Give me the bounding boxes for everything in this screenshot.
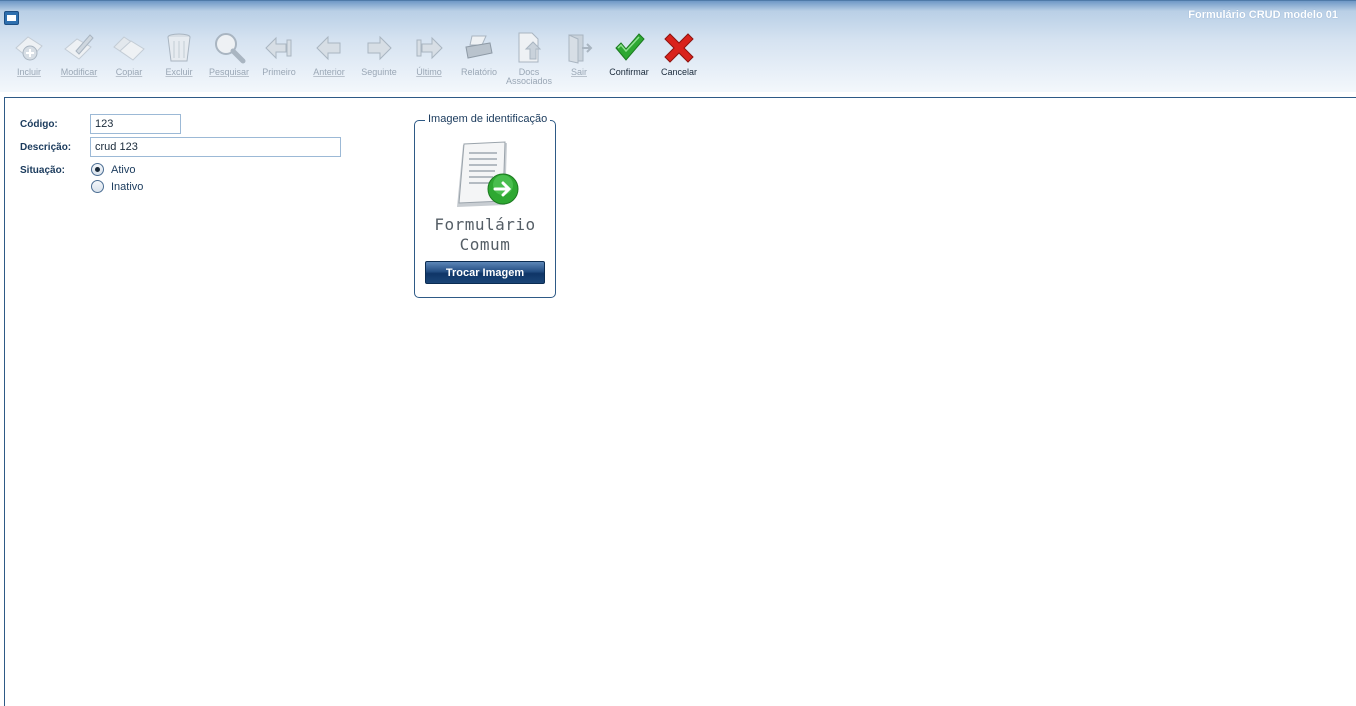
- toolbar-label: Cancelar: [660, 67, 698, 77]
- cancelar-button[interactable]: Cancelar: [654, 31, 704, 83]
- descricao-label: Descrição:: [20, 142, 72, 153]
- attached-docs-icon: [512, 31, 546, 65]
- toolbar-label: Relatório: [460, 67, 498, 77]
- codigo-label: Código:: [20, 119, 58, 130]
- toolbar-label: Copiar: [115, 67, 143, 77]
- title-bar: Formulário CRUD modelo 01 Incluir Modifi…: [0, 0, 1356, 92]
- exit-door-icon: [562, 31, 596, 65]
- window-title: Formulário CRUD modelo 01: [1188, 9, 1338, 21]
- situacao-label: Situação:: [20, 165, 66, 176]
- toolbar-label: Modificar: [60, 67, 98, 77]
- first-record-icon: [262, 31, 296, 65]
- situacao-ativo-option[interactable]: Ativo: [91, 163, 135, 176]
- toolbar-label: Sair: [570, 67, 587, 77]
- toolbar-label: Docs Associados: [505, 67, 553, 86]
- application-window: Formulário CRUD modelo 01 Incluir Modifi…: [0, 0, 1356, 706]
- toolbar-label: Incluir: [16, 67, 41, 77]
- check-icon: [612, 31, 646, 65]
- identification-image-legend: Imagem de identificação: [425, 113, 551, 125]
- trash-icon: [162, 31, 196, 65]
- toolbar-label: Primeiro: [262, 67, 296, 77]
- copy-icon: [112, 31, 146, 65]
- image-caption-line1: Formulário: [434, 215, 536, 234]
- ativo-radio-label: Ativo: [111, 163, 136, 176]
- incluir-button[interactable]: Incluir: [4, 31, 54, 83]
- anterior-button[interactable]: Anterior: [304, 31, 354, 83]
- identification-image-panel: Imagem de identificação Formulário Comum…: [414, 113, 556, 298]
- pesquisar-button[interactable]: Pesquisar: [204, 31, 254, 83]
- add-document-icon: [12, 31, 46, 65]
- sair-button[interactable]: Sair: [554, 31, 604, 83]
- modificar-button[interactable]: Modificar: [54, 31, 104, 83]
- ultimo-button[interactable]: Último: [404, 31, 454, 83]
- trocar-imagem-button[interactable]: Trocar Imagem: [425, 261, 545, 284]
- toolbar-label: Confirmar: [609, 67, 649, 77]
- docs-associados-button[interactable]: Docs Associados: [504, 31, 554, 86]
- document-green-arrow-icon: [455, 141, 521, 211]
- copiar-button[interactable]: Copiar: [104, 31, 154, 83]
- inativo-radio-label: Inativo: [111, 180, 144, 193]
- situacao-inativo-option[interactable]: Inativo: [91, 180, 143, 193]
- edit-pencil-icon: [62, 31, 96, 65]
- inativo-radio[interactable]: [91, 180, 104, 193]
- cancel-x-icon: [662, 31, 696, 65]
- toolbar: Incluir Modificar Copiar Excluir Pesquis…: [4, 31, 704, 86]
- image-caption: Formulário Comum: [415, 215, 555, 255]
- next-arrow-icon: [362, 31, 396, 65]
- last-record-icon: [412, 31, 446, 65]
- image-caption-line2: Comum: [459, 235, 511, 254]
- previous-arrow-icon: [312, 31, 346, 65]
- descricao-input[interactable]: [90, 137, 341, 157]
- toolbar-label: Anterior: [313, 67, 345, 77]
- toolbar-label: Último: [416, 67, 442, 77]
- toolbar-label: Seguinte: [361, 67, 397, 77]
- printer-icon: [462, 31, 496, 65]
- app-window-icon[interactable]: [4, 11, 19, 25]
- seguinte-button[interactable]: Seguinte: [354, 31, 404, 83]
- primeiro-button[interactable]: Primeiro: [254, 31, 304, 83]
- toolbar-label: Pesquisar: [208, 67, 250, 77]
- confirmar-button[interactable]: Confirmar: [604, 31, 654, 83]
- codigo-input[interactable]: [90, 114, 181, 134]
- toolbar-label: Excluir: [165, 67, 193, 77]
- form-content-area: Código: Descrição: Situação: Ativo Inati…: [4, 97, 1356, 706]
- magnifier-icon: [212, 31, 246, 65]
- ativo-radio[interactable]: [91, 163, 104, 176]
- relatorio-button[interactable]: Relatório: [454, 31, 504, 83]
- excluir-button[interactable]: Excluir: [154, 31, 204, 83]
